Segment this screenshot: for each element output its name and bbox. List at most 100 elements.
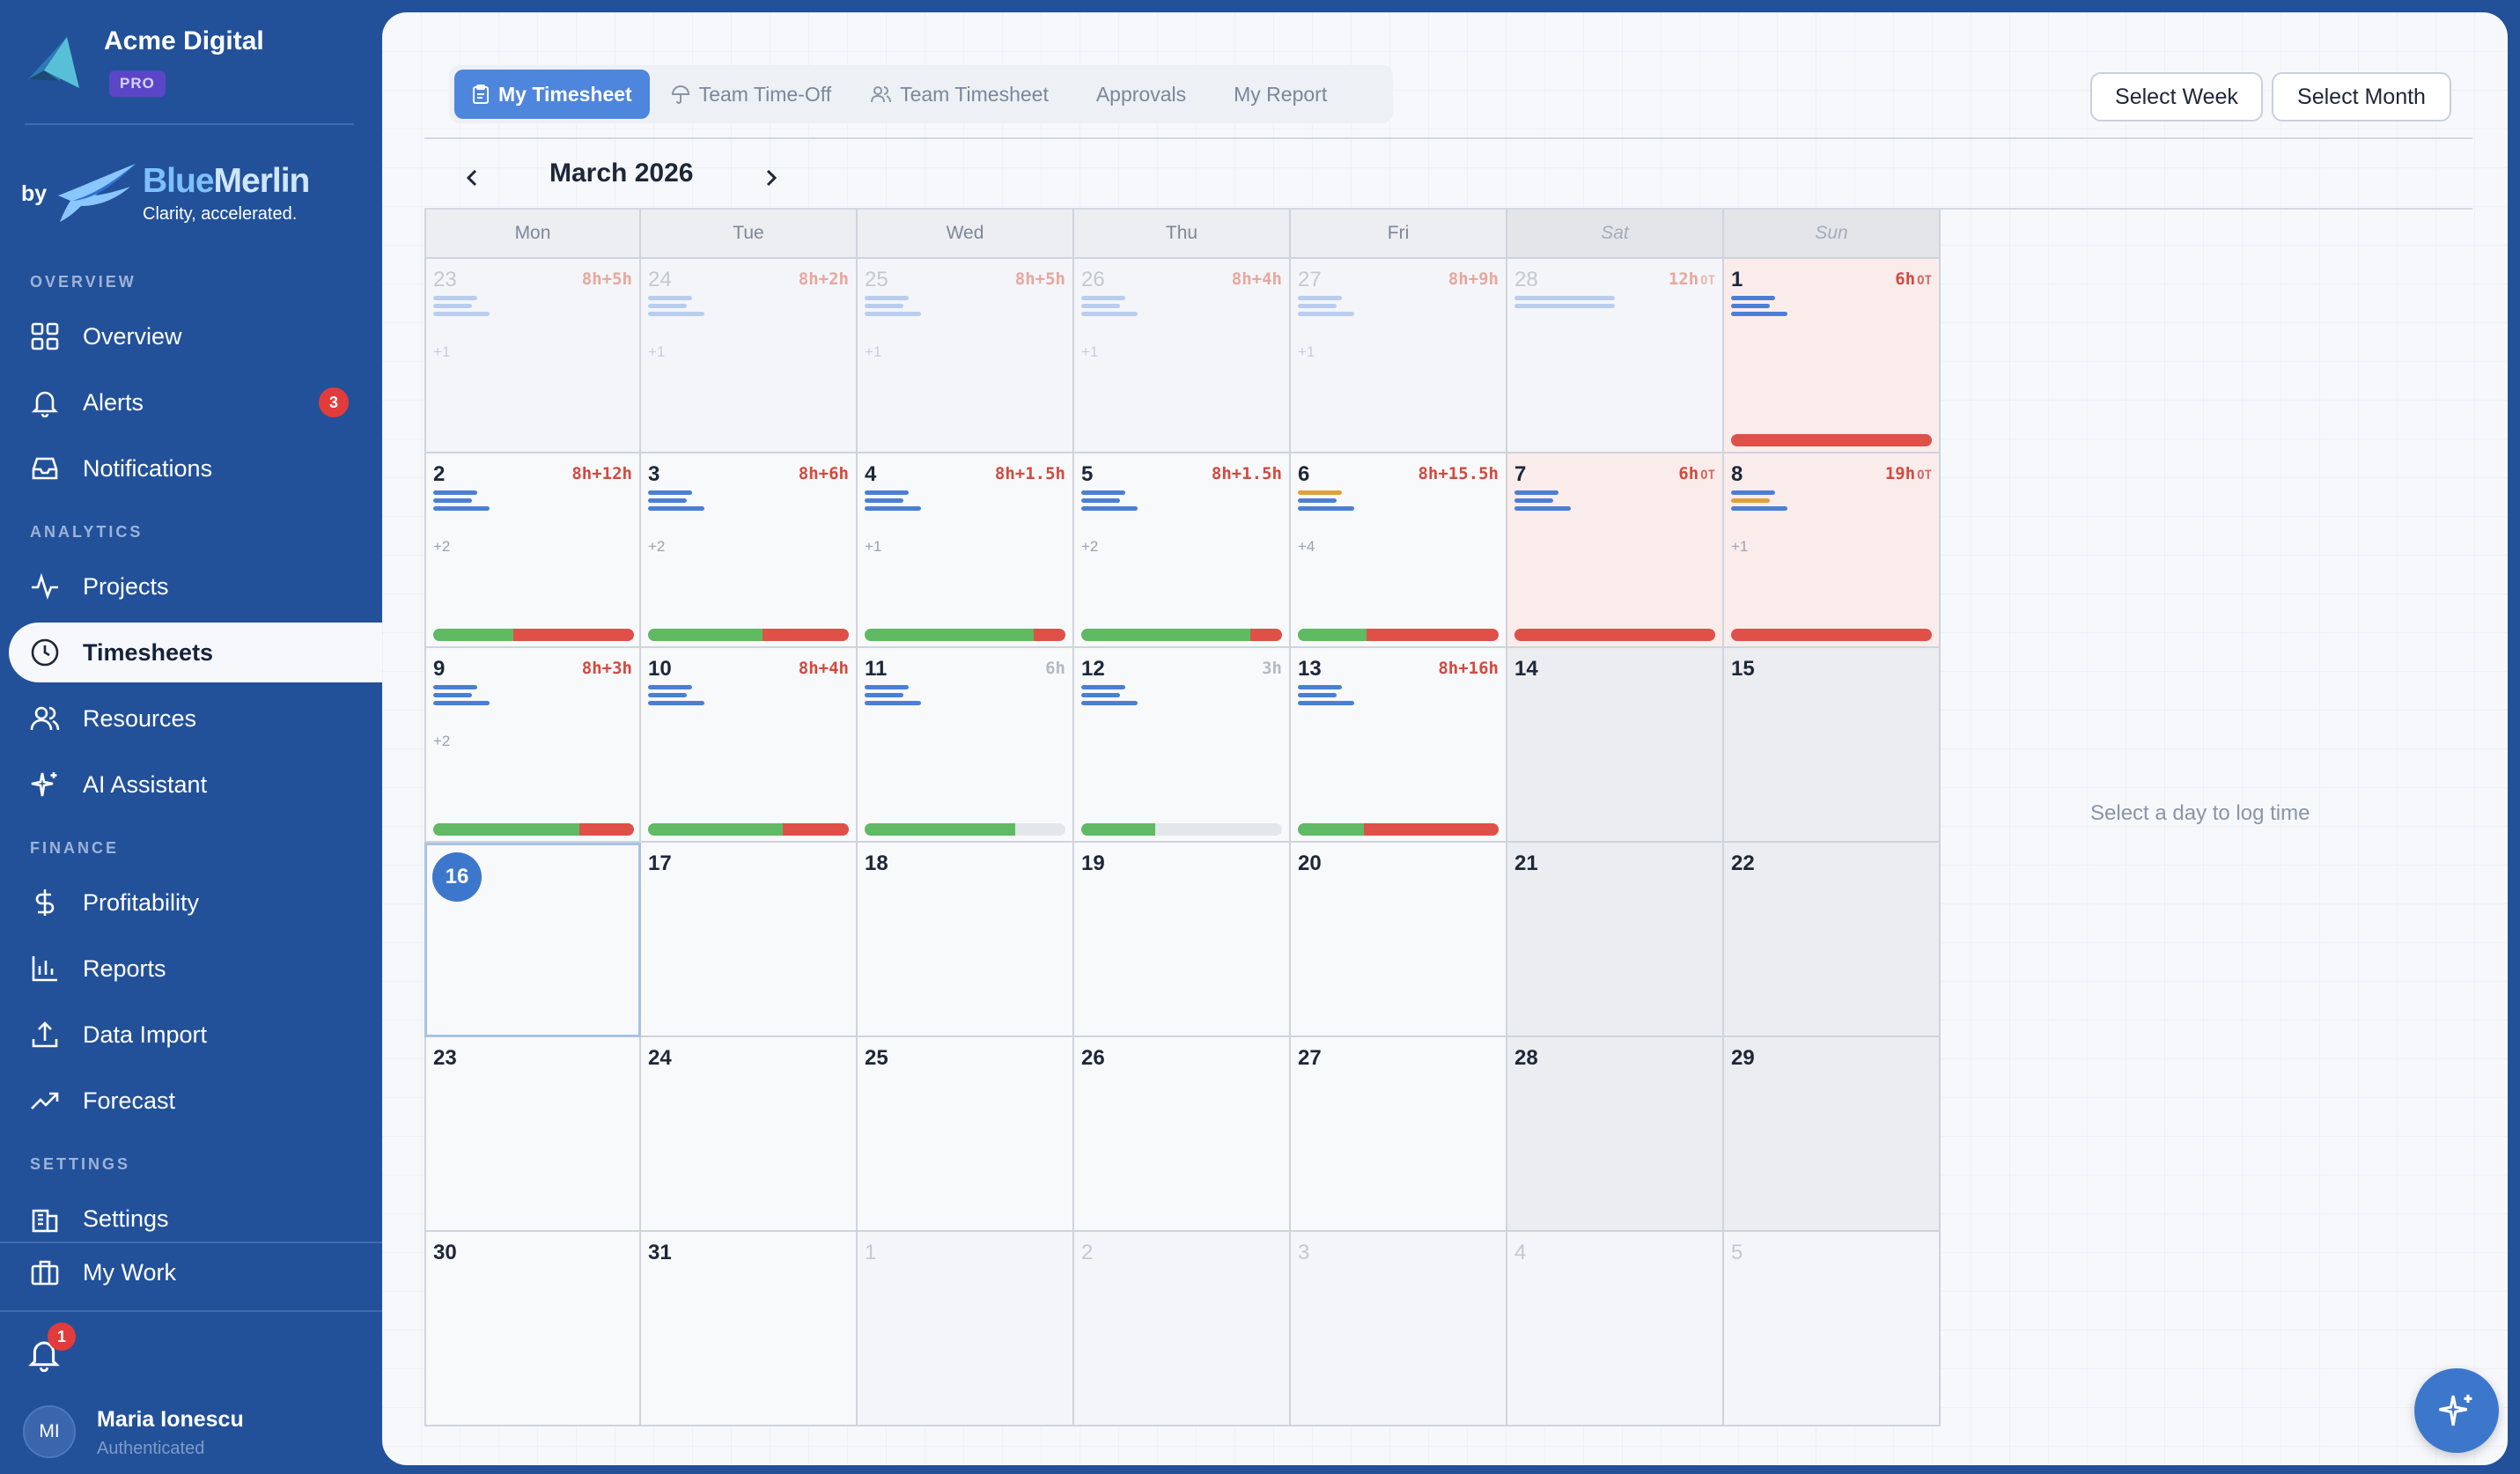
org-brand[interactable]: Acme Digital PRO xyxy=(25,26,264,97)
time-entry-bar[interactable] xyxy=(865,701,921,705)
calendar-day-cell[interactable]: 4 xyxy=(1507,1232,1724,1426)
time-entry-bar[interactable] xyxy=(1731,304,1770,308)
calendar-day-cell[interactable]: 3 xyxy=(1291,1232,1507,1426)
calendar-day-cell[interactable]: 25 xyxy=(858,1037,1074,1232)
time-entry-bar[interactable] xyxy=(433,312,490,316)
nav-forecast[interactable]: Forecast xyxy=(9,1071,382,1131)
time-entry-bar[interactable] xyxy=(433,693,472,697)
time-entry-bar[interactable] xyxy=(1514,498,1553,503)
time-entry-bar[interactable] xyxy=(1081,490,1125,495)
more-entries-label[interactable]: +2 xyxy=(433,538,450,556)
nav-projects[interactable]: Projects xyxy=(9,556,382,616)
time-entry-bar[interactable] xyxy=(865,685,909,689)
time-entry-bar[interactable] xyxy=(1298,506,1354,511)
time-entry-bar[interactable] xyxy=(648,304,687,308)
tab-my-timesheet[interactable]: My Timesheet xyxy=(454,70,650,119)
nav-settings[interactable]: Settings xyxy=(9,1189,382,1249)
calendar-day-cell[interactable]: 27 8h+9h +1 xyxy=(1291,259,1507,453)
time-entry-bar[interactable] xyxy=(648,490,692,495)
calendar-day-cell[interactable]: 6 8h+15.5h +4 xyxy=(1291,453,1507,648)
calendar-day-cell[interactable]: 22 xyxy=(1724,843,1941,1037)
more-entries-label[interactable]: +1 xyxy=(1081,343,1098,361)
calendar-day-cell[interactable]: 2 xyxy=(1074,1232,1291,1426)
more-entries-label[interactable]: +2 xyxy=(433,733,450,750)
nav-notifications[interactable]: Notifications xyxy=(9,439,382,498)
time-entry-bar[interactable] xyxy=(433,296,477,300)
calendar-day-cell[interactable]: 14 xyxy=(1507,648,1724,843)
time-entry-bar[interactable] xyxy=(648,701,704,705)
time-entry-bar[interactable] xyxy=(648,506,704,511)
time-entry-bar[interactable] xyxy=(865,693,903,697)
calendar-day-cell[interactable]: 24 xyxy=(641,1037,858,1232)
calendar-day-cell[interactable]: 25 8h+5h +1 xyxy=(858,259,1074,453)
time-entry-bar[interactable] xyxy=(1081,506,1138,511)
time-entry-bar[interactable] xyxy=(1731,296,1775,300)
nav-reports[interactable]: Reports xyxy=(9,939,382,999)
time-entry-bar[interactable] xyxy=(1731,490,1775,495)
time-entry-bar[interactable] xyxy=(1298,304,1337,308)
time-entry-bar[interactable] xyxy=(433,490,477,495)
calendar-day-cell[interactable]: 16 xyxy=(424,843,641,1037)
time-entry-bar[interactable] xyxy=(865,296,909,300)
time-entry-bar[interactable] xyxy=(1081,685,1125,689)
calendar-day-cell[interactable]: 23 8h+5h +1 xyxy=(424,259,641,453)
calendar-day-cell[interactable]: 18 xyxy=(858,843,1074,1037)
more-entries-label[interactable]: +1 xyxy=(865,538,881,556)
tab-my-report[interactable]: My Report xyxy=(1216,70,1345,119)
time-entry-bar[interactable] xyxy=(1298,312,1354,316)
calendar-day-cell[interactable]: 1 6h OT xyxy=(1724,259,1941,453)
tab-team-time-off[interactable]: Team Time-Off xyxy=(653,70,849,119)
time-entry-bar[interactable] xyxy=(865,490,909,495)
time-entry-bar[interactable] xyxy=(865,304,903,308)
time-entry-bar[interactable] xyxy=(433,701,490,705)
more-entries-label[interactable]: +1 xyxy=(1298,343,1315,361)
calendar-day-cell[interactable]: 4 8h+1.5h +1 xyxy=(858,453,1074,648)
calendar-day-cell[interactable]: 23 xyxy=(424,1037,641,1232)
time-entry-bar[interactable] xyxy=(1298,701,1354,705)
time-entry-bar[interactable] xyxy=(1731,498,1770,503)
calendar-day-cell[interactable]: 24 8h+2h +1 xyxy=(641,259,858,453)
more-entries-label[interactable]: +1 xyxy=(433,343,450,361)
calendar-day-cell[interactable]: 21 xyxy=(1507,843,1724,1037)
calendar-day-cell[interactable]: 31 xyxy=(641,1232,858,1426)
calendar-day-cell[interactable]: 9 8h+3h +2 xyxy=(424,648,641,843)
time-entry-bar[interactable] xyxy=(1514,506,1571,511)
nav-profitability[interactable]: Profitability xyxy=(9,873,382,932)
more-entries-label[interactable]: +2 xyxy=(648,538,665,556)
calendar-day-cell[interactable]: 17 xyxy=(641,843,858,1037)
time-entry-bar[interactable] xyxy=(865,498,903,503)
time-entry-bar[interactable] xyxy=(1081,312,1138,316)
time-entry-bar[interactable] xyxy=(1298,498,1337,503)
calendar-day-cell[interactable]: 7 6h OT xyxy=(1507,453,1724,648)
time-entry-bar[interactable] xyxy=(433,506,490,511)
time-entry-bar[interactable] xyxy=(1081,498,1120,503)
time-entry-bar[interactable] xyxy=(1081,296,1125,300)
nav-resources[interactable]: Resources xyxy=(9,689,382,748)
time-entry-bar[interactable] xyxy=(648,296,692,300)
calendar-day-cell[interactable]: 8 19h OT +1 xyxy=(1724,453,1941,648)
more-entries-label[interactable]: +2 xyxy=(1081,538,1098,556)
more-entries-label[interactable]: +1 xyxy=(865,343,881,361)
time-entry-bar[interactable] xyxy=(648,693,687,697)
time-entry-bar[interactable] xyxy=(1081,701,1138,705)
calendar-day-cell[interactable]: 29 xyxy=(1724,1037,1941,1232)
nav-ai-assistant[interactable]: AI Assistant xyxy=(9,755,382,814)
time-entry-bar[interactable] xyxy=(1514,490,1558,495)
time-entry-bar[interactable] xyxy=(1298,693,1337,697)
time-entry-bar[interactable] xyxy=(648,685,692,689)
nav-alerts[interactable]: Alerts 3 xyxy=(9,372,382,432)
time-entry-bar[interactable] xyxy=(1298,490,1342,495)
calendar-day-cell[interactable]: 13 8h+16h xyxy=(1291,648,1507,843)
calendar-day-cell[interactable]: 10 8h+4h xyxy=(641,648,858,843)
calendar-day-cell[interactable]: 2 8h+12h +2 xyxy=(424,453,641,648)
calendar-day-cell[interactable]: 30 xyxy=(424,1232,641,1426)
calendar-day-cell[interactable]: 28 xyxy=(1507,1037,1724,1232)
nav-overview[interactable]: Overview xyxy=(9,306,382,366)
calendar-day-cell[interactable]: 26 xyxy=(1074,1037,1291,1232)
time-entry-bar[interactable] xyxy=(1298,296,1342,300)
select-week-button[interactable]: Select Week xyxy=(2090,72,2263,122)
calendar-day-cell[interactable]: 12 3h xyxy=(1074,648,1291,843)
calendar-day-cell[interactable]: 5 8h+1.5h +2 xyxy=(1074,453,1291,648)
calendar-day-cell[interactable]: 20 xyxy=(1291,843,1507,1037)
avatar[interactable]: MI xyxy=(23,1405,76,1458)
